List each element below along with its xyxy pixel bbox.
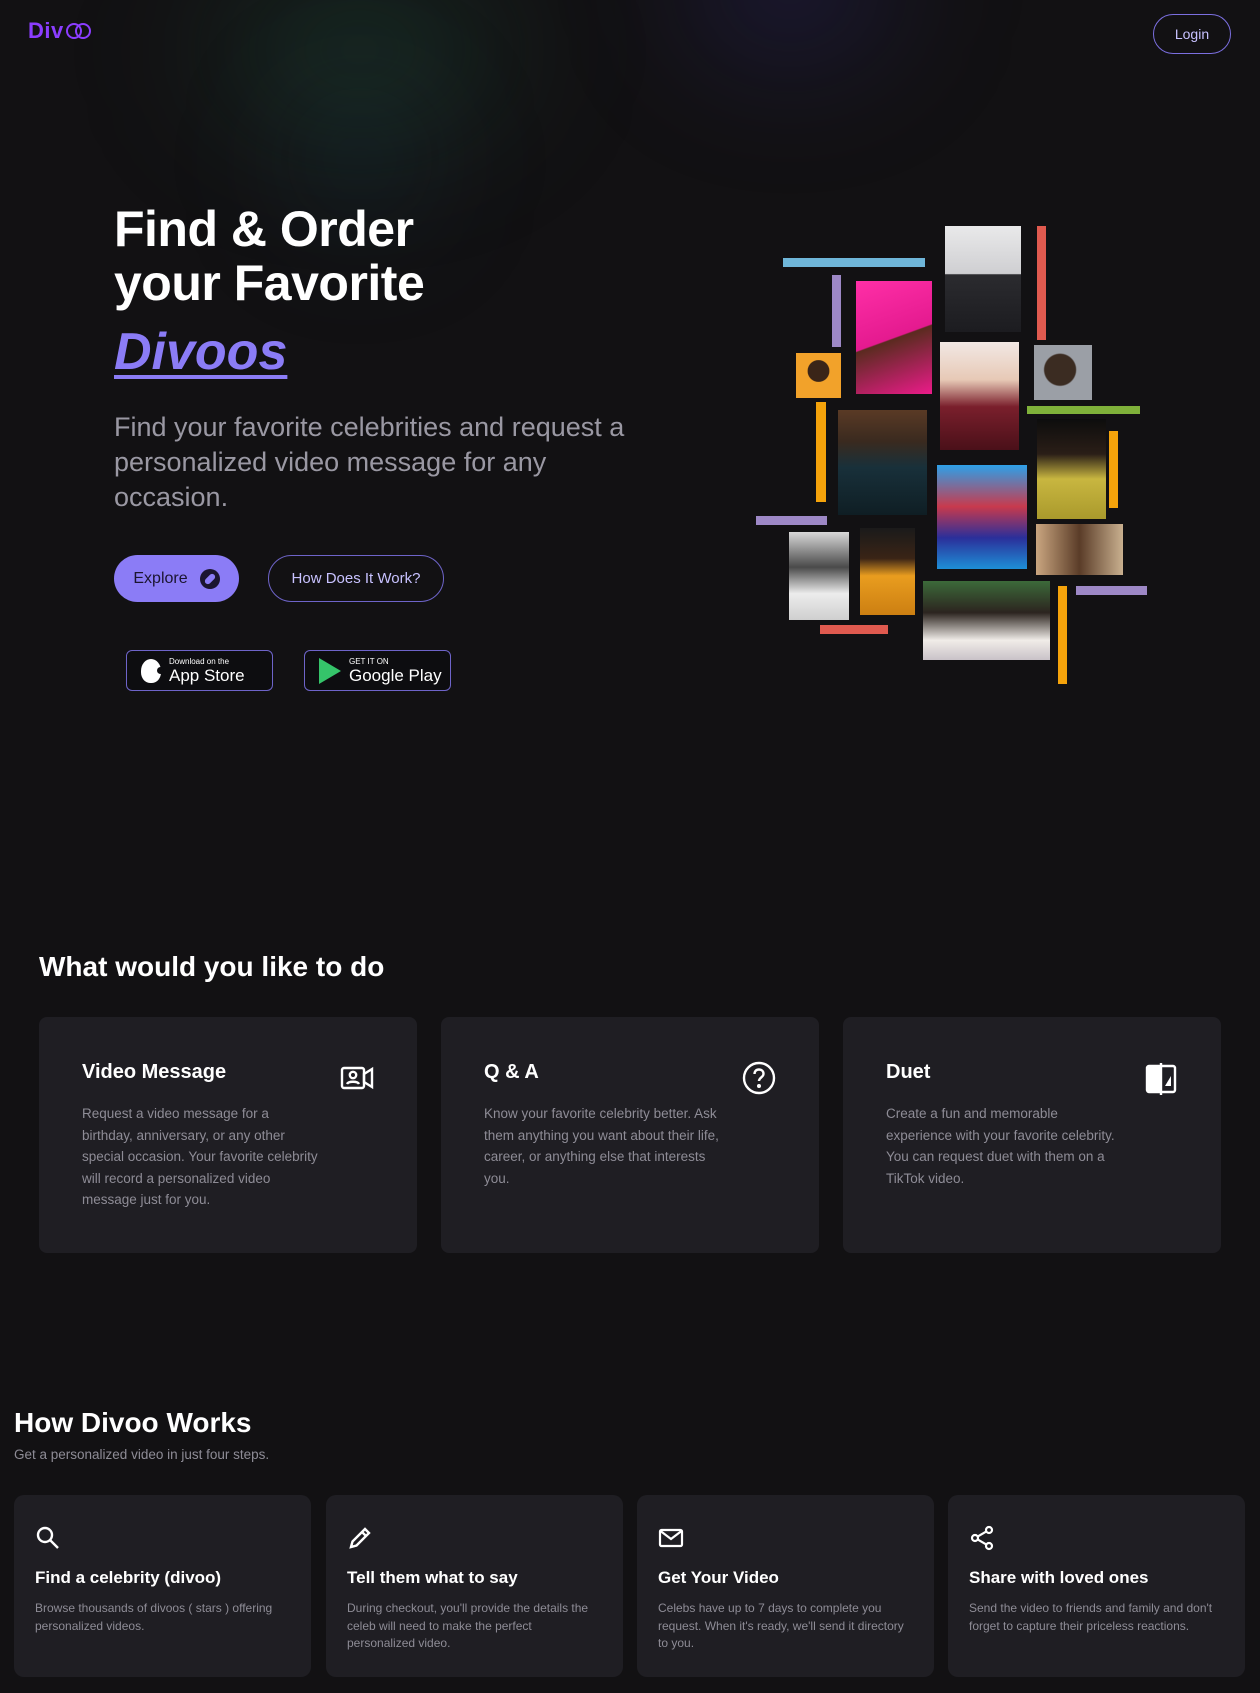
hero-title: Find & Order your Favorite <box>114 201 425 311</box>
how-it-works-title: How Divoo Works <box>14 1407 252 1438</box>
offerings-title: What would you like to do <box>39 951 385 982</box>
app-store-badge[interactable]: Download on the App Store <box>126 650 273 691</box>
step-description: Send the video to friends and family and… <box>969 1601 1213 1633</box>
step-title: Tell them what to say <box>347 1568 518 1587</box>
logo[interactable]: Div <box>28 18 92 44</box>
decor-bar <box>1037 226 1046 340</box>
how-it-works-button[interactable]: How Does It Work? <box>268 555 444 602</box>
decor-bar <box>832 275 841 347</box>
step-description: Celebs have up to 7 days to complete you… <box>658 1601 904 1650</box>
hero-title-accent: Divoos <box>114 323 288 381</box>
step-title: Get Your Video <box>658 1568 779 1587</box>
pencil-icon <box>349 1527 371 1549</box>
search-icon <box>36 1526 59 1549</box>
video-person-icon <box>340 1066 374 1090</box>
google-play-icon <box>319 657 341 684</box>
card-description: Know your favorite celebrity better. Ask… <box>484 1106 719 1186</box>
decor-bar <box>820 625 888 634</box>
step-card-get: Get Your Video Celebs have up to 7 days … <box>637 1495 934 1677</box>
celebrity-photo <box>856 281 932 394</box>
google-play-big-text: Google Play <box>349 665 442 685</box>
explore-label: Explore <box>133 569 188 587</box>
celebrity-photo <box>940 342 1019 450</box>
celebrity-photo <box>937 465 1027 569</box>
video-message-card[interactable]: Video Message Request a video message fo… <box>39 1017 417 1253</box>
card-title: Video Message <box>82 1061 227 1083</box>
decor-bar <box>1109 431 1118 508</box>
card-description: Request a video message for a birthday, … <box>82 1106 318 1207</box>
duet-card[interactable]: Duet Create a fun and memorable experien… <box>843 1017 1221 1253</box>
share-icon <box>970 1525 994 1551</box>
apple-icon <box>141 658 164 683</box>
decor-bar <box>783 258 925 267</box>
decor-bar <box>816 402 826 502</box>
celebrity-collage <box>740 220 1160 690</box>
hero-title-line1: Find & Order <box>114 201 414 257</box>
explore-button[interactable]: Explore <box>114 555 239 602</box>
qa-card[interactable]: Q & A Know your favorite celebrity bette… <box>441 1017 819 1253</box>
app-store-big-text: App Store <box>169 665 245 685</box>
celebrity-photo <box>1034 345 1092 400</box>
card-title: Duet <box>886 1061 931 1083</box>
decor-bar <box>1027 406 1140 414</box>
login-button[interactable]: Login <box>1153 14 1231 54</box>
compass-icon <box>199 568 220 589</box>
logo-rings-icon <box>65 22 92 40</box>
step-card-share: Share with loved ones Send the video to … <box>948 1495 1245 1677</box>
card-title: Q & A <box>484 1061 539 1083</box>
background-glow <box>640 0 940 100</box>
google-play-badge[interactable]: GET IT ON Google Play <box>304 650 451 691</box>
background-glow <box>150 0 570 180</box>
celebrity-photo <box>789 532 849 620</box>
celebrity-photo <box>838 410 927 515</box>
step-description: Browse thousands of divoos ( stars ) off… <box>35 1601 273 1633</box>
step-description: During checkout, you'll provide the deta… <box>347 1601 589 1650</box>
decor-bar <box>1076 586 1147 595</box>
hero-title-line2: your Favorite <box>114 255 425 311</box>
step-title: Share with loved ones <box>969 1568 1149 1587</box>
celebrity-photo <box>945 226 1021 332</box>
decor-bar <box>1058 586 1067 684</box>
how-it-works-subtitle: Get a personalized video in just four st… <box>14 1447 270 1462</box>
celebrity-photo <box>923 581 1050 660</box>
celebrity-photo <box>796 353 841 398</box>
logo-text: Div <box>28 18 64 43</box>
celebrity-photo <box>860 528 915 615</box>
app-store-small-text: Download on the <box>169 656 230 666</box>
celebrity-photo <box>1036 524 1123 575</box>
hero-subtitle: Find your favorite celebrities and reque… <box>114 412 625 512</box>
decor-bar <box>756 516 827 525</box>
google-play-small-text: GET IT ON <box>349 656 389 666</box>
mail-icon <box>658 1528 684 1548</box>
step-title: Find a celebrity (divoo) <box>35 1568 222 1587</box>
card-description: Create a fun and memorable experience wi… <box>886 1106 1115 1186</box>
question-circle-icon <box>742 1061 776 1095</box>
duet-split-icon <box>1145 1063 1177 1095</box>
celebrity-photo <box>1037 419 1106 519</box>
step-card-tell: Tell them what to say During checkout, y… <box>326 1495 623 1677</box>
step-card-find: Find a celebrity (divoo) Browse thousand… <box>14 1495 311 1677</box>
